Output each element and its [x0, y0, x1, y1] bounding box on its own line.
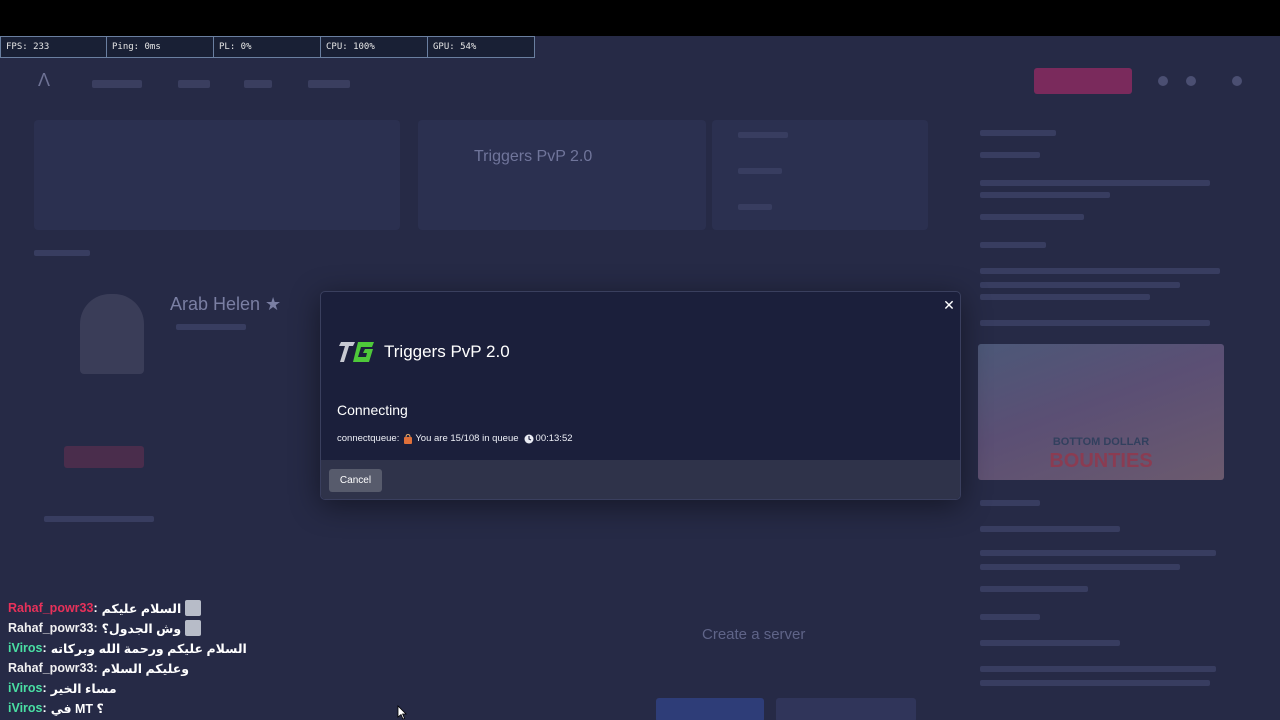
background-line [980, 550, 1216, 556]
clock-icon [524, 434, 534, 443]
background-line [980, 214, 1084, 220]
background-line [980, 130, 1056, 136]
queue-status: connectqueue: You are 15/108 in queue 00… [337, 433, 573, 444]
background-nav-item [244, 80, 272, 88]
background-line [34, 250, 90, 256]
background-line [980, 320, 1210, 326]
background-line [980, 640, 1120, 646]
background-server-card [418, 120, 706, 230]
chat-text: السلام عليكم ورحمة الله وبركاته [50, 641, 247, 656]
background-line [44, 516, 154, 522]
chat-text: مساء الخير [50, 681, 117, 696]
chat-overlay: Rahaf_powr33: السلام عليكم Rahaf_powr33: و… [8, 598, 328, 718]
background-nav-item [178, 80, 210, 88]
background-logo-icon: Λ [38, 70, 51, 90]
chat-username: Rahaf_powr33 [8, 601, 94, 615]
chat-separator: : [42, 681, 47, 695]
close-icon[interactable]: ✕ [941, 297, 957, 313]
server-logo-icon [339, 342, 374, 362]
connection-status: Connecting [337, 402, 408, 418]
queue-time: 00:13:52 [535, 433, 573, 444]
performance-stats-bar: FPS: 233 Ping: 0ms PL: 0% CPU: 100% GPU:… [0, 36, 535, 58]
emote-icon [185, 620, 202, 636]
emote-icon [185, 600, 202, 616]
background-profile-avatar [80, 294, 144, 374]
background-profile-name: Arab Helen ★ [170, 294, 282, 314]
background-signin-button [1034, 68, 1132, 94]
background-button [776, 698, 916, 720]
chat-separator: : [42, 701, 47, 715]
mouse-cursor-icon [397, 705, 407, 720]
chat-text: السلام عليكم [101, 601, 182, 616]
background-line [980, 268, 1220, 274]
background-create-server: Create a server [702, 626, 806, 643]
queue-prefix: connectqueue: [337, 433, 400, 444]
background-search-icon [1186, 76, 1196, 86]
background-button [656, 698, 764, 720]
chat-username: iViros [8, 701, 43, 715]
background-line [980, 500, 1040, 506]
chat-message: Rahaf_powr33: وعليكم السلام [8, 658, 328, 678]
chat-text: وش الجدول؟ [101, 621, 182, 636]
dialog-footer: Cancel [321, 460, 960, 499]
top-black-bar [0, 0, 1280, 36]
background-line [980, 180, 1210, 186]
background-poster-image: BOTTOM DOLLAR BOUNTIES [978, 344, 1224, 480]
ping-stat: Ping: 0ms [107, 36, 214, 58]
server-name: Triggers PvP 2.0 [384, 342, 510, 361]
background-line [980, 152, 1040, 158]
background-line [980, 564, 1180, 570]
connecting-dialog: ✕ Triggers PvP 2.0 Connecting connectque… [320, 291, 961, 500]
background-line [980, 586, 1088, 592]
chat-username: Rahaf_powr33 [8, 661, 94, 675]
background-play-card [34, 120, 400, 230]
cpu-stat: CPU: 100% [321, 36, 428, 58]
background-line [176, 324, 246, 330]
chat-message: iViros: السلام عليكم ورحمة الله وبركاته [8, 638, 328, 658]
background-line [980, 680, 1210, 686]
background-line [738, 168, 782, 174]
queue-position: You are 15/108 in queue [415, 433, 519, 444]
background-poster-title: BOTTOM DOLLAR [1052, 436, 1150, 448]
background-line [980, 614, 1040, 620]
chat-username: Rahaf_powr33 [8, 621, 94, 635]
background-nav-item [92, 80, 142, 88]
background-icon [1158, 76, 1168, 86]
background-nav-item [308, 80, 350, 88]
chat-message: iViros: مساء الخير [8, 678, 328, 698]
background-line [980, 192, 1110, 198]
background-line [980, 282, 1180, 288]
chat-separator: : [93, 621, 98, 635]
chat-separator: : [42, 641, 47, 655]
background-button [64, 446, 144, 468]
background-line [980, 242, 1046, 248]
chat-text: في MT ؟ [50, 701, 104, 716]
background-poster-subtitle: BOUNTIES [1049, 450, 1153, 472]
packet-loss-stat: PL: 0% [214, 36, 321, 58]
background-line [738, 132, 788, 138]
chat-message: Rahaf_powr33: وش الجدول؟ [8, 618, 328, 638]
chat-username: iViros [8, 681, 43, 695]
background-avatar-icon [1232, 76, 1242, 86]
background-line [980, 294, 1150, 300]
chat-username: iViros [8, 641, 43, 655]
shopping-bag-icon [404, 433, 413, 444]
chat-text: وعليكم السلام [101, 661, 190, 676]
background-line [738, 204, 772, 210]
fps-stat: FPS: 233 [0, 36, 107, 58]
chat-message: Rahaf_powr33: السلام عليكم [8, 598, 328, 618]
chat-message: iViros: في MT ؟ [8, 698, 328, 718]
gpu-stat: GPU: 54% [428, 36, 535, 58]
chat-separator: : [93, 661, 98, 675]
background-line [980, 526, 1120, 532]
chat-separator: : [93, 601, 98, 615]
cancel-button[interactable]: Cancel [329, 469, 382, 492]
background-line [980, 666, 1216, 672]
background-server-name: Triggers PvP 2.0 [474, 148, 593, 165]
